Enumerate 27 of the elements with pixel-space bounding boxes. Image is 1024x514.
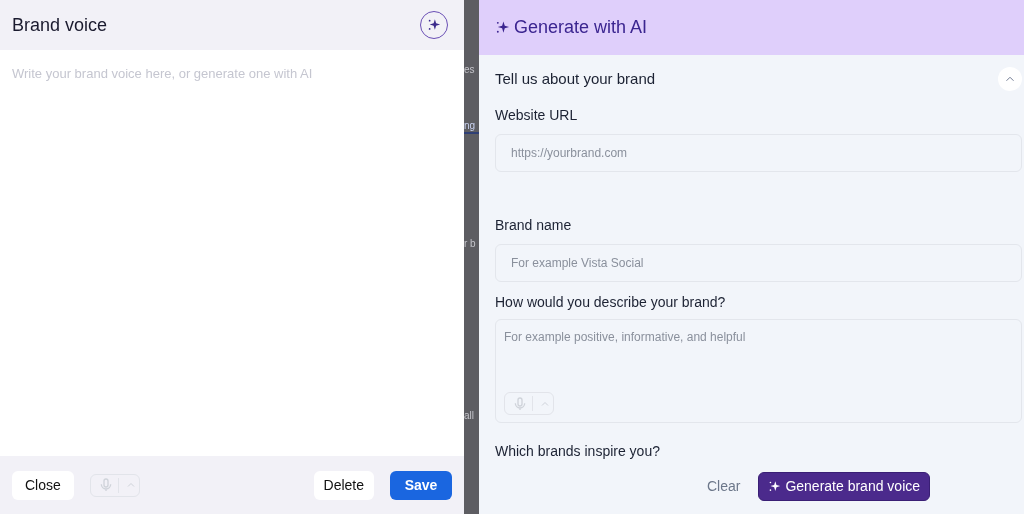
sparkle-icon: [495, 20, 510, 35]
background-text: es: [464, 64, 476, 76]
field-label: Brand name: [495, 216, 573, 235]
field-label: Website URL: [495, 106, 579, 125]
dictation-control[interactable]: [89, 473, 140, 497]
panel-title: Brand voice: [12, 13, 108, 37]
background-text: all: [464, 410, 475, 422]
description-textarea[interactable]: For example positive, informative, and helpful: [504, 328, 1013, 368]
clear-button[interactable]: Clear: [702, 476, 745, 497]
close-button[interactable]: Close: [12, 470, 74, 500]
microphone-icon: [512, 395, 528, 412]
sparkle-icon: [427, 18, 441, 32]
delete-button[interactable]: Delete: [313, 470, 374, 500]
save-button[interactable]: Save: [390, 470, 452, 500]
sparkle-icon: [768, 480, 782, 493]
textarea-frame[interactable]: For example positive, informative, and helpful: [495, 319, 1022, 423]
text-input[interactable]: https://yourbrand.com: [495, 134, 1022, 172]
brand-voice-textarea[interactable]: Write your brand voice here, or generate one with AI: [0, 50, 464, 456]
collapse-button[interactable]: [998, 67, 1022, 91]
generator-title: Generate with AI: [514, 16, 648, 39]
field-label: How would you describe your brand?: [495, 293, 727, 312]
background-text: r b: [464, 238, 477, 250]
field-label: Which brands inspire you?: [495, 442, 660, 461]
dictation-control[interactable]: [504, 392, 554, 415]
text-input[interactable]: For example Vista Social: [495, 244, 1022, 282]
generate-button[interactable]: Generate brand voice: [758, 472, 931, 501]
section-title: Tell us about your brand: [495, 68, 656, 89]
